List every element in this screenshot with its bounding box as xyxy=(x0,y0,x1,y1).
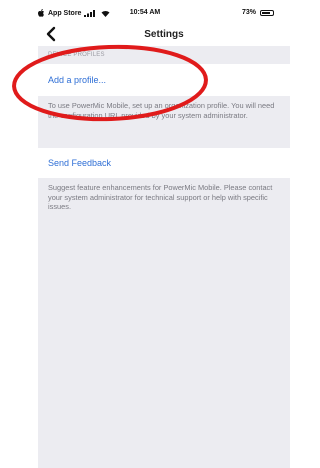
page-title: Settings xyxy=(144,29,184,40)
status-right: 73% xyxy=(242,9,274,16)
feedback-section-footer: Suggest feature enhancements for PowerMi… xyxy=(48,183,273,211)
profiles-section-footer: To use PowerMic Mobile, set up an organi… xyxy=(48,101,275,120)
status-bar: App Store 10:54 AM 73% xyxy=(0,0,290,22)
add-profile-cell[interactable]: Add a profile... xyxy=(38,64,290,96)
battery-percent: 73% xyxy=(241,9,256,16)
send-feedback-cell[interactable]: Send Feedback xyxy=(38,148,290,178)
add-profile-link[interactable]: Add a profile... xyxy=(48,75,106,85)
battery-icon xyxy=(260,9,274,16)
settings-screen: App Store 10:54 AM 73% Settings DEVICE P… xyxy=(0,0,290,468)
profiles-section-header: DEVICE PROFILES xyxy=(48,52,105,58)
send-feedback-link[interactable]: Send Feedback xyxy=(48,158,111,168)
navigation-bar: Settings xyxy=(38,22,290,46)
